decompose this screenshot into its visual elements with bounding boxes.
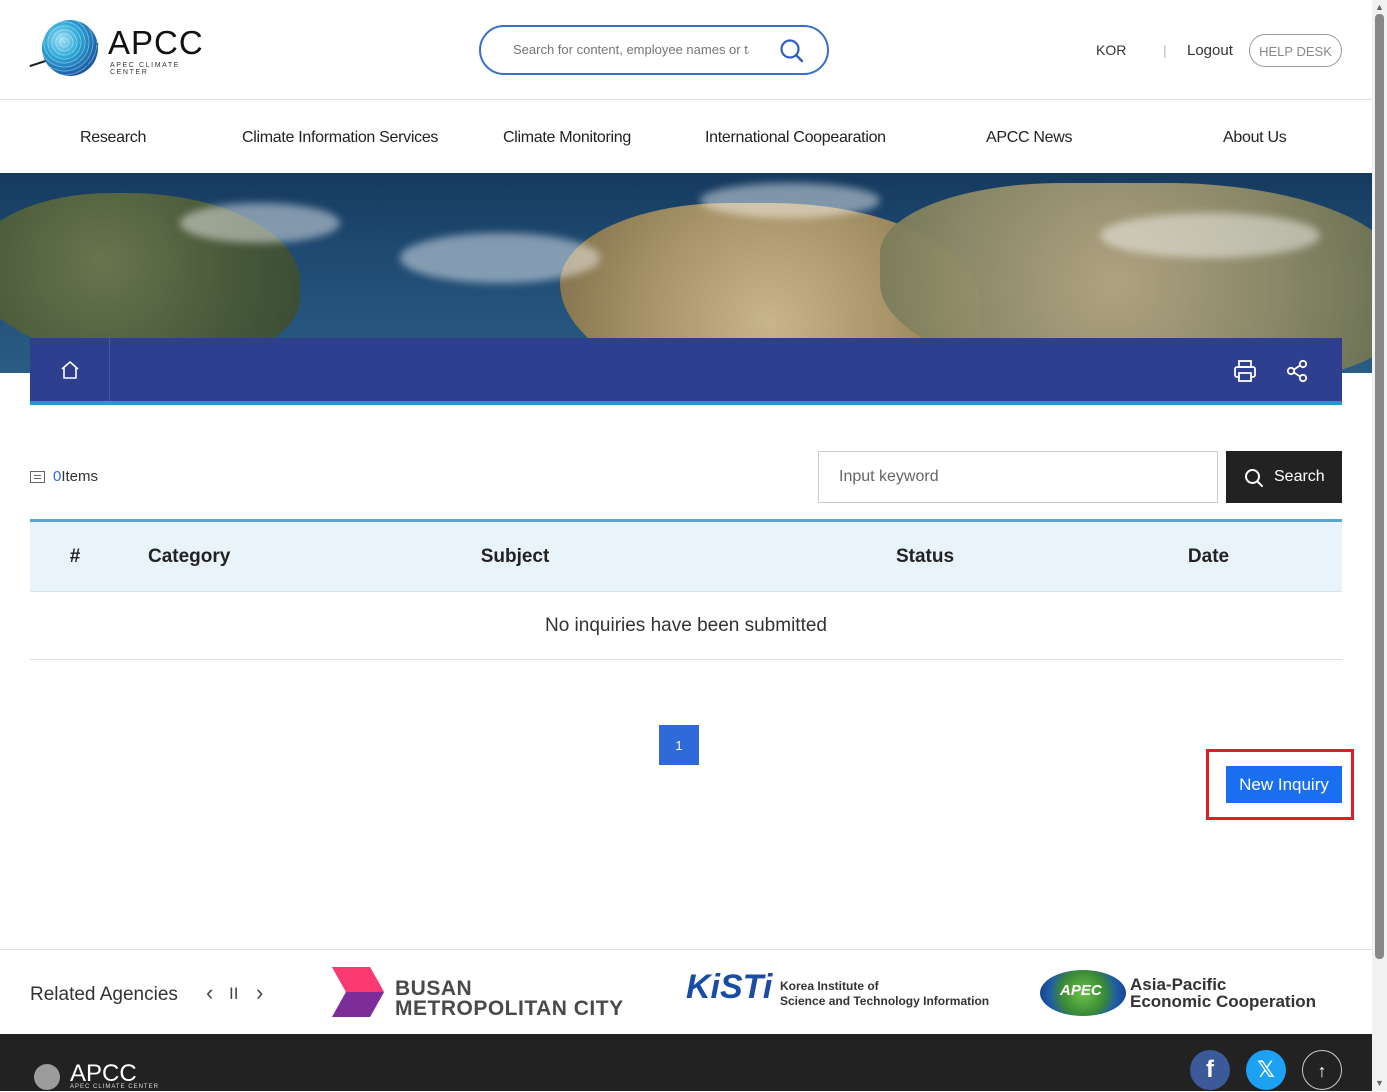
logo-globe-icon [42,20,98,76]
item-count: 0Items [30,468,98,485]
home-button[interactable] [30,338,110,401]
twitter-x-icon[interactable]: 𝕏 [1246,1050,1286,1090]
pause-icon[interactable]: II [229,984,238,1004]
logo-text: APCC [108,24,204,61]
related-agencies-title: Related Agencies [30,984,178,1005]
busan-logo-icon [332,967,384,1017]
item-count-label: Items [61,468,99,485]
print-icon[interactable] [1232,358,1258,384]
nav-climate-information-services[interactable]: Climate Information Services [242,129,438,147]
apec-text: Asia-Pacific Economic Cooperation [1130,975,1317,1011]
prev-arrow-icon[interactable]: ‹ [206,980,213,1006]
page-1-button[interactable]: 1 [659,725,699,765]
search-button-label: Search [1274,468,1325,485]
keyword-search-input[interactable] [818,451,1218,503]
breadcrumb-bar [30,338,1342,405]
scroll-up-icon[interactable]: ▲ [1375,2,1384,12]
col-date: Date [1075,519,1342,592]
scroll-down-icon[interactable]: ▼ [1375,1078,1384,1088]
global-search [479,25,829,75]
apcc-logo[interactable]: APCC APEC CLIMATE CENTER [28,18,218,78]
banner-cloud [400,233,600,283]
nav-climate-monitoring[interactable]: Climate Monitoring [503,129,631,147]
logo-subtitle: APEC CLIMATE CENTER [110,62,181,76]
col-number: # [30,519,120,592]
empty-message: No inquiries have been submitted [30,591,1342,660]
table-row: No inquiries have been submitted [30,591,1342,660]
search-icon[interactable] [779,38,805,64]
related-agencies: Related Agencies ‹ II › BUSAN METROPOLITA… [0,949,1372,1034]
nav-research[interactable]: Research [80,129,146,147]
col-subject: Subject [255,519,775,592]
nav-about-us[interactable]: About Us [1223,129,1287,147]
kisti-logo-icon: KiSTi [686,968,773,1006]
scrollbar-thumb[interactable] [1375,14,1384,959]
footer-logo: APCC APEC CLIMATE CENTER [34,1060,164,1092]
global-search-input[interactable] [511,41,751,58]
main-nav: Research Climate Information Services Cl… [0,101,1372,173]
new-inquiry-button[interactable]: New Inquiry [1226,766,1342,803]
site-footer: APCC APEC CLIMATE CENTER f 𝕏 ↑ [0,1034,1372,1091]
share-icon[interactable] [1284,358,1310,384]
apec-word: APEC [1060,982,1102,999]
inquiry-table: # Category Subject Status Date No inquir… [30,519,1342,660]
kisti-text: Korea Institute of Science and Technology… [780,979,990,1008]
language-switch[interactable]: KOR [1096,42,1126,58]
nav-international-cooperation[interactable]: International Coopearation [705,129,886,147]
site-header: APCC APEC CLIMATE CENTER KOR | Logout HE… [0,0,1372,100]
footer-globe-icon [34,1064,60,1090]
banner-cloud [700,183,880,218]
search-icon [1245,469,1263,487]
search-button[interactable]: Search [1226,451,1342,503]
banner-cloud [180,203,340,243]
helpdesk-button[interactable]: HELP DESK [1249,34,1342,67]
col-status: Status [775,519,1075,592]
col-category: Category [120,519,255,592]
facebook-icon[interactable]: f [1190,1050,1230,1090]
table-header-row: # Category Subject Status Date [30,519,1342,592]
home-icon [61,361,79,379]
footer-logo-subtitle: APEC CLIMATE CENTER [70,1084,159,1090]
list-icon [30,471,45,483]
next-arrow-icon[interactable]: › [256,980,263,1006]
header-separator: | [1163,42,1167,58]
busan-text: BUSAN METROPOLITAN CITY [395,977,624,1020]
banner-cloud [1100,213,1320,258]
scroll-top-icon[interactable]: ↑ [1302,1050,1342,1090]
logout-link[interactable]: Logout [1187,42,1233,59]
nav-apcc-news[interactable]: APCC News [986,129,1073,147]
scrollbar[interactable]: ▲ ▼ [1372,0,1387,1091]
